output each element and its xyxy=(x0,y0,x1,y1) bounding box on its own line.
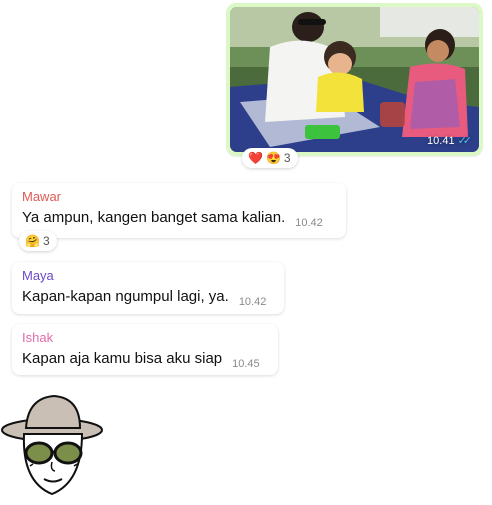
incoming-message-mawar[interactable]: Mawar Ya ampun, kangen banget sama kalia… xyxy=(12,183,346,238)
photo-meta: 10.41 ✓✓ xyxy=(427,134,473,148)
message-text: Kapan-kapan ngumpul lagi, ya. xyxy=(22,288,229,305)
sender-name: Maya xyxy=(22,268,54,283)
hugging-emoji-icon: 🤗 xyxy=(25,234,40,248)
woman-with-hat-sunglasses-icon xyxy=(1,394,103,496)
message-text: Kapan aja kamu bisa aku siap xyxy=(22,350,223,367)
sticker-avatar[interactable] xyxy=(0,392,110,505)
heart-emoji-icon: ❤️ xyxy=(248,151,263,165)
outgoing-photo-message[interactable]: 10.41 ✓✓ xyxy=(226,3,483,156)
sender-name: Mawar xyxy=(22,189,62,204)
reaction-count: 3 xyxy=(283,151,291,165)
read-receipt-icon: ✓✓ xyxy=(457,135,473,147)
message-text: Ya ampun, kangen banget sama kalian. xyxy=(22,209,286,226)
shared-photo[interactable]: 10.41 ✓✓ xyxy=(230,7,479,152)
photo-reaction-pill[interactable]: ❤️ 😍 3 xyxy=(242,148,298,168)
reaction-count: 3 xyxy=(42,234,50,248)
family-photo-image xyxy=(230,7,479,152)
message-reaction-pill[interactable]: 🤗 3 xyxy=(19,231,57,251)
message-time: 10.42 xyxy=(238,296,267,308)
incoming-message-maya[interactable]: Maya Kapan-kapan ngumpul lagi, ya. 10.42 xyxy=(12,262,284,314)
sender-name: Ishak xyxy=(22,330,54,345)
incoming-message-ishak[interactable]: Ishak Kapan aja kamu bisa aku siap 10.45 xyxy=(12,324,278,375)
message-time: 10.42 xyxy=(295,217,323,229)
photo-time: 10.41 xyxy=(427,134,455,147)
heart-eyes-emoji-icon: 😍 xyxy=(265,151,281,165)
message-time: 10.45 xyxy=(232,358,260,370)
